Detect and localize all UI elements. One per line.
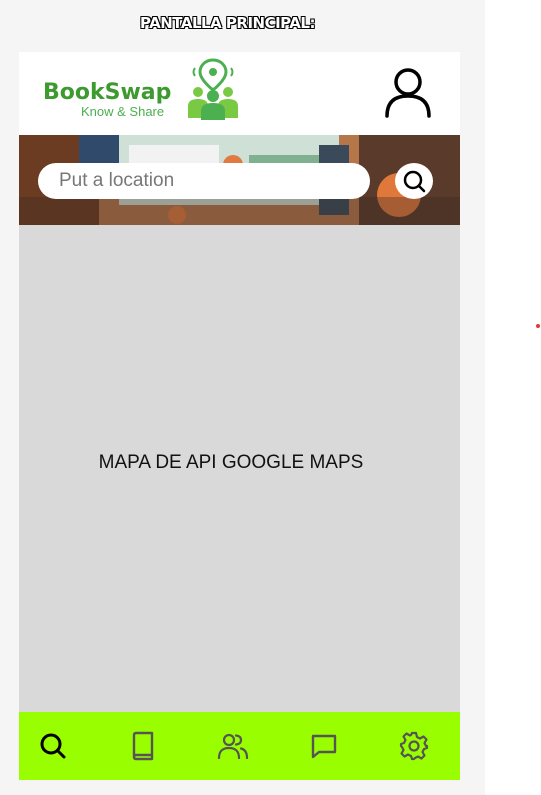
design-canvas: PANTALLA PRINCIPAL: BookSwap Know & Shar…	[0, 0, 485, 795]
chat-icon	[311, 734, 337, 759]
settings-gear-icon	[399, 731, 429, 761]
app-logo[interactable]: BookSwap Know & Share	[43, 58, 243, 128]
map-placeholder-label: MAPA DE API GOOGLE MAPS	[98, 452, 364, 473]
stray-marker-dot	[536, 324, 540, 328]
tab-community[interactable]	[217, 730, 249, 762]
frame-title: PANTALLA PRINCIPAL:	[140, 14, 316, 33]
map-view[interactable]: MAPA DE API GOOGLE MAPS	[19, 225, 460, 712]
tab-books[interactable]	[127, 730, 159, 762]
book-icon	[132, 731, 154, 761]
users-icon	[217, 733, 249, 760]
search-banner	[19, 135, 460, 225]
tab-messages[interactable]	[308, 730, 340, 762]
search-icon	[403, 170, 426, 193]
user-outline-icon	[385, 68, 431, 118]
app-header: BookSwap Know & Share	[19, 52, 460, 135]
people-location-icon	[188, 58, 238, 120]
search-button[interactable]	[395, 163, 433, 199]
logo-tagline: Know & Share	[81, 104, 165, 119]
bottom-tab-bar	[19, 712, 460, 780]
phone-screen: BookSwap Know & Share Put a location MAP…	[19, 52, 460, 780]
profile-button[interactable]	[381, 66, 435, 118]
search-icon	[40, 733, 66, 759]
tab-settings[interactable]	[398, 730, 430, 762]
location-search-input[interactable]	[38, 163, 370, 199]
logo-name: BookSwap	[43, 80, 172, 105]
tab-search[interactable]	[37, 730, 69, 762]
